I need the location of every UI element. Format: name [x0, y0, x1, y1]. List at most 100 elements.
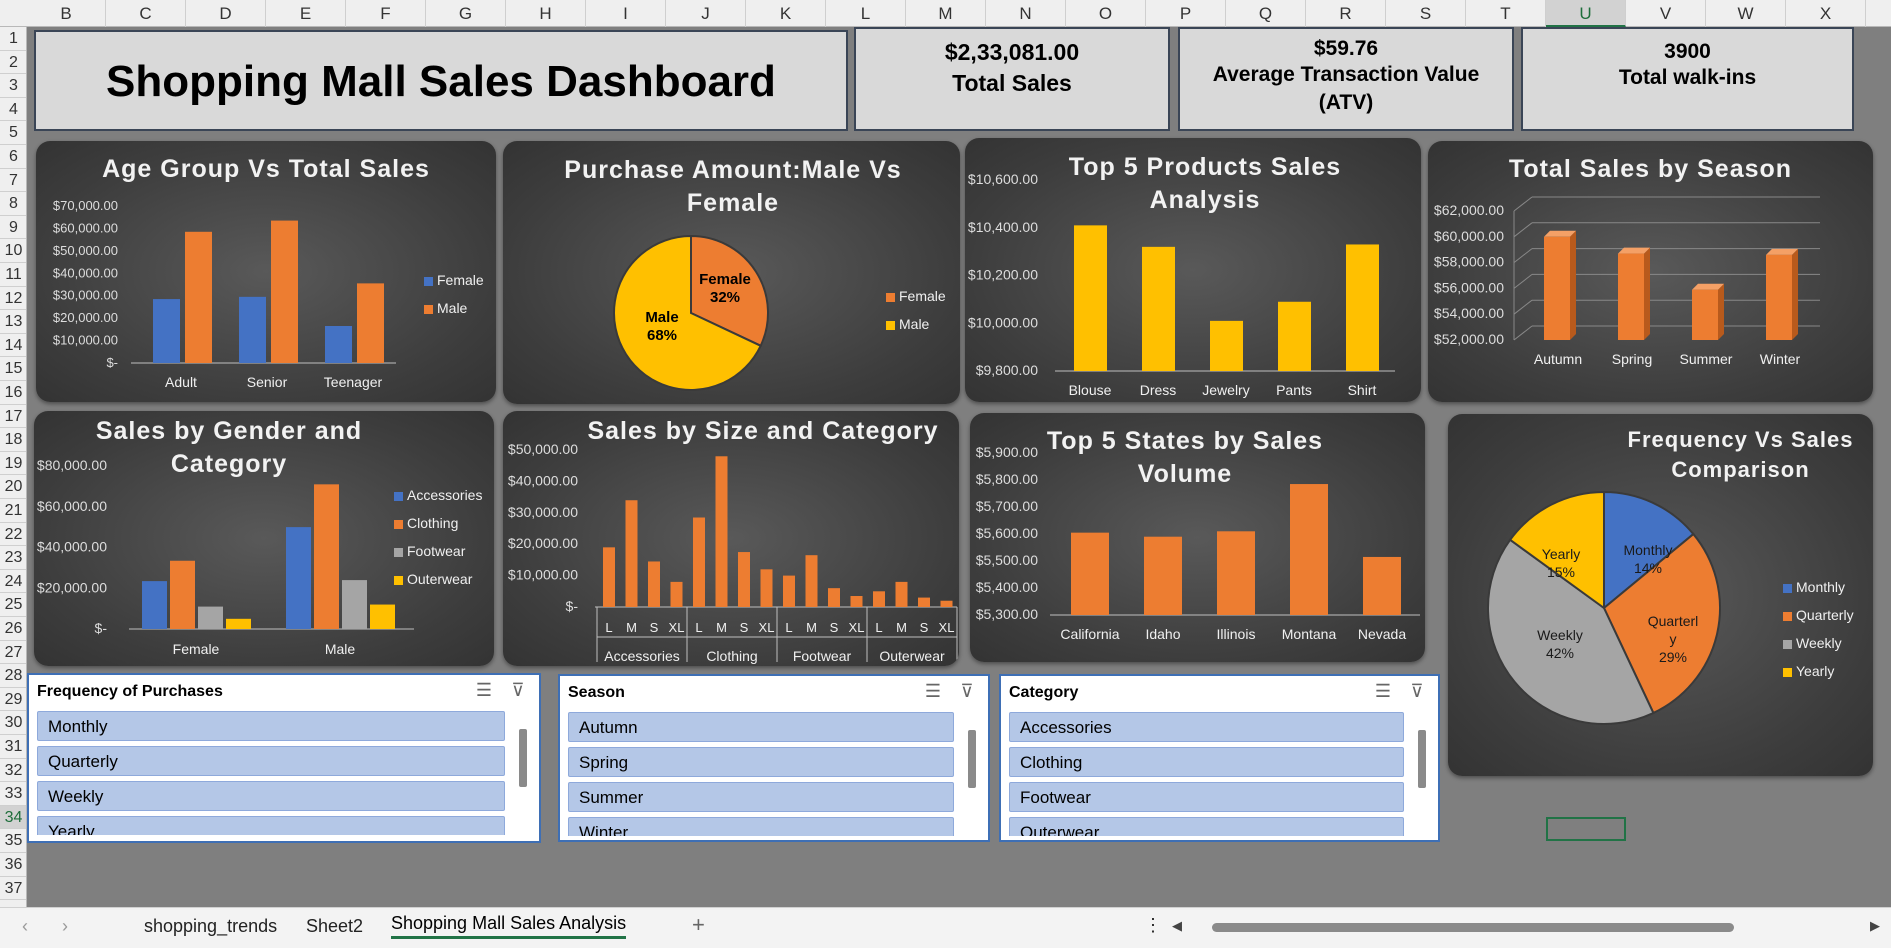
row-header-33[interactable]: 33: [0, 782, 26, 806]
slicer-item[interactable]: Accessories: [1009, 712, 1404, 742]
row-header-16[interactable]: 16: [0, 381, 26, 405]
slicer-scrollbar[interactable]: [517, 711, 529, 835]
horizontal-scrollbar-thumb[interactable]: [1212, 923, 1734, 932]
row-header-19[interactable]: 19: [0, 452, 26, 476]
row-header-2[interactable]: 2: [0, 51, 26, 75]
multi-select-icon[interactable]: ☰: [471, 680, 497, 704]
slicer-item[interactable]: Summer: [568, 782, 954, 812]
active-cell-u34[interactable]: [1546, 817, 1626, 841]
column-header-u[interactable]: U: [1546, 0, 1626, 27]
chart-gender-category[interactable]: Sales by Gender and Category $80,000.00 $…: [34, 411, 494, 666]
column-header-g[interactable]: G: [426, 0, 506, 27]
column-header-l[interactable]: L: [826, 0, 906, 27]
clear-filter-icon[interactable]: ⊽: [505, 680, 531, 704]
add-sheet-button[interactable]: +: [692, 912, 705, 938]
sheet-tab-sheet2[interactable]: Sheet2: [306, 916, 363, 937]
column-header-r[interactable]: R: [1306, 0, 1386, 27]
scroll-left-button[interactable]: ◀: [1172, 918, 1182, 934]
row-header-26[interactable]: 26: [0, 617, 26, 641]
chart-age-group[interactable]: Age Group Vs Total Sales $70,000.00 $60,0…: [36, 141, 496, 402]
slicer-item[interactable]: Outerwear: [1009, 817, 1404, 836]
row-header-22[interactable]: 22: [0, 523, 26, 547]
slicer-frequency[interactable]: Frequency of Purchases ☰ ⊽ Monthly Quarterly…: [27, 673, 541, 843]
row-header-3[interactable]: 3: [0, 74, 26, 98]
row-header-14[interactable]: 14: [0, 334, 26, 358]
slicer-item[interactable]: Clothing: [1009, 747, 1404, 777]
tab-prev-button[interactable]: ‹: [22, 916, 28, 937]
chart-season[interactable]: Total Sales by Season $62,000.00 $60,000.…: [1428, 141, 1873, 402]
chart-top-products[interactable]: Top 5 Products Sales Analysis $10,600.00…: [965, 138, 1421, 402]
slicer-item[interactable]: Weekly: [37, 781, 505, 811]
row-header-29[interactable]: 29: [0, 688, 26, 712]
row-header-27[interactable]: 27: [0, 641, 26, 665]
row-header-34[interactable]: 34: [0, 805, 26, 830]
chart-frequency-pie[interactable]: Frequency Vs Sales Comparison Monthly 14%…: [1448, 414, 1873, 776]
column-header-n[interactable]: N: [986, 0, 1066, 27]
column-header-q[interactable]: Q: [1226, 0, 1306, 27]
chart-top-states[interactable]: Top 5 States by Sales Volume $5,900.00 $5…: [970, 413, 1425, 662]
column-header-e[interactable]: E: [266, 0, 346, 27]
column-header-v[interactable]: V: [1626, 0, 1706, 27]
row-header-7[interactable]: 7: [0, 169, 26, 193]
row-header-25[interactable]: 25: [0, 593, 26, 617]
clear-filter-icon[interactable]: ⊽: [1404, 681, 1430, 705]
tab-next-button[interactable]: ›: [62, 916, 68, 937]
row-header-28[interactable]: 28: [0, 664, 26, 688]
row-header-35[interactable]: 35: [0, 829, 26, 853]
sheet-tab-dashboard[interactable]: Shopping Mall Sales Analysis: [391, 913, 627, 939]
scroll-right-button[interactable]: ▶: [1870, 918, 1880, 934]
row-header-13[interactable]: 13: [0, 310, 26, 334]
row-header-24[interactable]: 24: [0, 570, 26, 594]
row-header-30[interactable]: 30: [0, 711, 26, 735]
column-header-k[interactable]: K: [746, 0, 826, 27]
column-header-h[interactable]: H: [506, 0, 586, 27]
row-header-23[interactable]: 23: [0, 546, 26, 570]
row-header-6[interactable]: 6: [0, 145, 26, 169]
column-header-c[interactable]: C: [106, 0, 186, 27]
row-header-31[interactable]: 31: [0, 735, 26, 759]
slicer-scroll-thumb[interactable]: [968, 730, 976, 788]
row-header-4[interactable]: 4: [0, 98, 26, 122]
column-header-x[interactable]: X: [1786, 0, 1866, 27]
sheet-tab-shopping-trends[interactable]: shopping_trends: [144, 916, 277, 937]
column-header-t[interactable]: T: [1466, 0, 1546, 27]
row-header-9[interactable]: 9: [0, 216, 26, 240]
slicer-scroll-thumb[interactable]: [519, 729, 527, 787]
slicer-item[interactable]: Winter: [568, 817, 954, 836]
column-header-d[interactable]: D: [186, 0, 266, 27]
row-header-20[interactable]: 20: [0, 475, 26, 499]
row-header-1[interactable]: 1: [0, 27, 26, 51]
multi-select-icon[interactable]: ☰: [1370, 681, 1396, 705]
column-header-w[interactable]: W: [1706, 0, 1786, 27]
row-header-17[interactable]: 17: [0, 405, 26, 429]
slicer-scrollbar[interactable]: [966, 712, 978, 836]
slicer-item[interactable]: Footwear: [1009, 782, 1404, 812]
row-header-8[interactable]: 8: [0, 192, 26, 216]
clear-filter-icon[interactable]: ⊽: [954, 681, 980, 705]
column-header-o[interactable]: O: [1066, 0, 1146, 27]
slicer-item[interactable]: Yearly: [37, 816, 505, 835]
more-options-icon[interactable]: ⋮: [1144, 915, 1162, 936]
row-header-11[interactable]: 11: [0, 263, 26, 287]
column-header-p[interactable]: P: [1146, 0, 1226, 27]
slicer-category[interactable]: Category ☰ ⊽ Accessories Clothing Footwear Out…: [999, 674, 1440, 842]
row-header-21[interactable]: 21: [0, 499, 26, 523]
multi-select-icon[interactable]: ☰: [920, 681, 946, 705]
slicer-scrollbar[interactable]: [1416, 712, 1428, 836]
column-header-s[interactable]: S: [1386, 0, 1466, 27]
column-header-m[interactable]: M: [906, 0, 986, 27]
row-header-37[interactable]: 37: [0, 877, 26, 901]
slicer-item[interactable]: Spring: [568, 747, 954, 777]
slicer-item[interactable]: Autumn: [568, 712, 954, 742]
chart-size-category[interactable]: Sales by Size and Category $50,000.00 $40…: [503, 411, 959, 666]
row-header-36[interactable]: 36: [0, 853, 26, 877]
column-header-b[interactable]: B: [27, 0, 106, 27]
row-header-10[interactable]: 10: [0, 239, 26, 263]
column-header-i[interactable]: I: [586, 0, 666, 27]
row-header-18[interactable]: 18: [0, 428, 26, 452]
slicer-item[interactable]: Monthly: [37, 711, 505, 741]
slicer-scroll-thumb[interactable]: [1418, 730, 1426, 788]
slicer-season[interactable]: Season ☰ ⊽ Autumn Spring Summer Winter: [558, 674, 990, 842]
column-header-j[interactable]: J: [666, 0, 746, 27]
row-header-32[interactable]: 32: [0, 759, 26, 783]
